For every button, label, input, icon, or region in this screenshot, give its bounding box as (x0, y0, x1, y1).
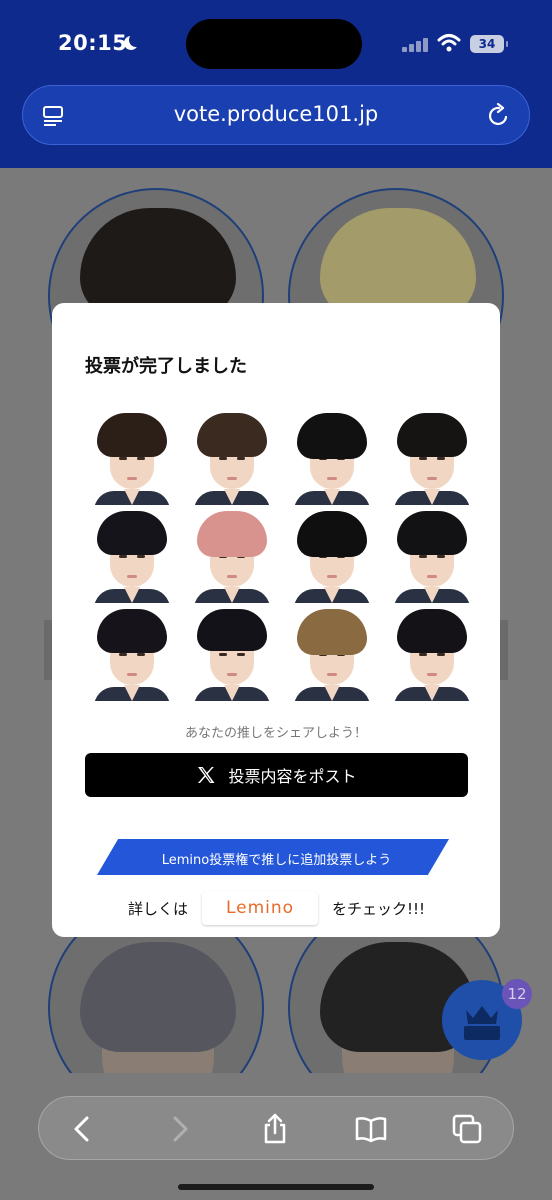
lemino-banner-text: Lemino投票権で推しに追加投票しよう (161, 853, 392, 868)
trainee-thumbnail (294, 511, 370, 603)
trainee-thumbnail (94, 511, 170, 603)
browser-toolbar-area (0, 1073, 552, 1200)
background-edge (500, 620, 508, 680)
url-text[interactable]: vote.produce101.jp (23, 102, 529, 126)
x-logo-icon (198, 767, 215, 783)
lemino-suffix: をチェック!!! (331, 899, 426, 918)
wifi-icon (437, 34, 461, 52)
home-indicator (178, 1184, 374, 1190)
modal-title: 投票が完了しました (85, 356, 247, 377)
address-bar[interactable]: vote.produce101.jp (22, 85, 530, 145)
lemino-prefix: 詳しくは (127, 899, 188, 918)
status-time: 20:15 (58, 31, 128, 55)
trainee-thumbnail (394, 511, 470, 603)
reload-icon[interactable] (487, 103, 511, 129)
vote-complete-modal: 投票が完了しました あなたの推しをシェアしよう！ 投票内容をポスト Lemino… (52, 303, 500, 937)
bookmarks-icon[interactable] (355, 1113, 387, 1145)
vote-count-badge: 12 (502, 979, 532, 1009)
lemino-promo[interactable]: Lemino投票権で推しに追加投票しよう 詳しくは Lemino をチェック!!… (85, 839, 468, 937)
back-icon[interactable] (67, 1113, 99, 1145)
forward-icon[interactable] (163, 1113, 195, 1145)
post-button-label: 投票内容をポスト (228, 767, 357, 786)
lemino-logo[interactable]: Lemino (201, 891, 318, 925)
background-edge (44, 620, 52, 680)
battery-indicator: 34 (470, 35, 508, 53)
trainee-thumbnail (294, 609, 370, 701)
focus-moon-icon (124, 33, 143, 50)
share-icon[interactable] (259, 1113, 291, 1145)
trainee-thumbnail (394, 413, 470, 505)
trainee-thumbnail (394, 609, 470, 701)
browser-header: 20:15 34 vote.produce101.jp (0, 0, 552, 168)
lemino-cta-row: 詳しくは Lemino をチェック!!! (85, 891, 468, 925)
trainee-thumbnail (194, 609, 270, 701)
trainee-thumbnail (194, 511, 270, 603)
trainee-thumbnail (194, 413, 270, 505)
trainee-thumbnail (94, 413, 170, 505)
cellular-signal-icon (402, 36, 432, 52)
post-to-x-button[interactable]: 投票内容をポスト (85, 753, 468, 797)
browser-toolbar (38, 1096, 514, 1160)
voted-trainees-grid (94, 413, 470, 701)
dynamic-island (186, 19, 362, 69)
trainee-thumbnail (294, 413, 370, 505)
trainee-thumbnail (94, 609, 170, 701)
share-prompt: あなたの推しをシェアしよう！ (184, 726, 367, 741)
tabs-icon[interactable] (451, 1113, 483, 1145)
